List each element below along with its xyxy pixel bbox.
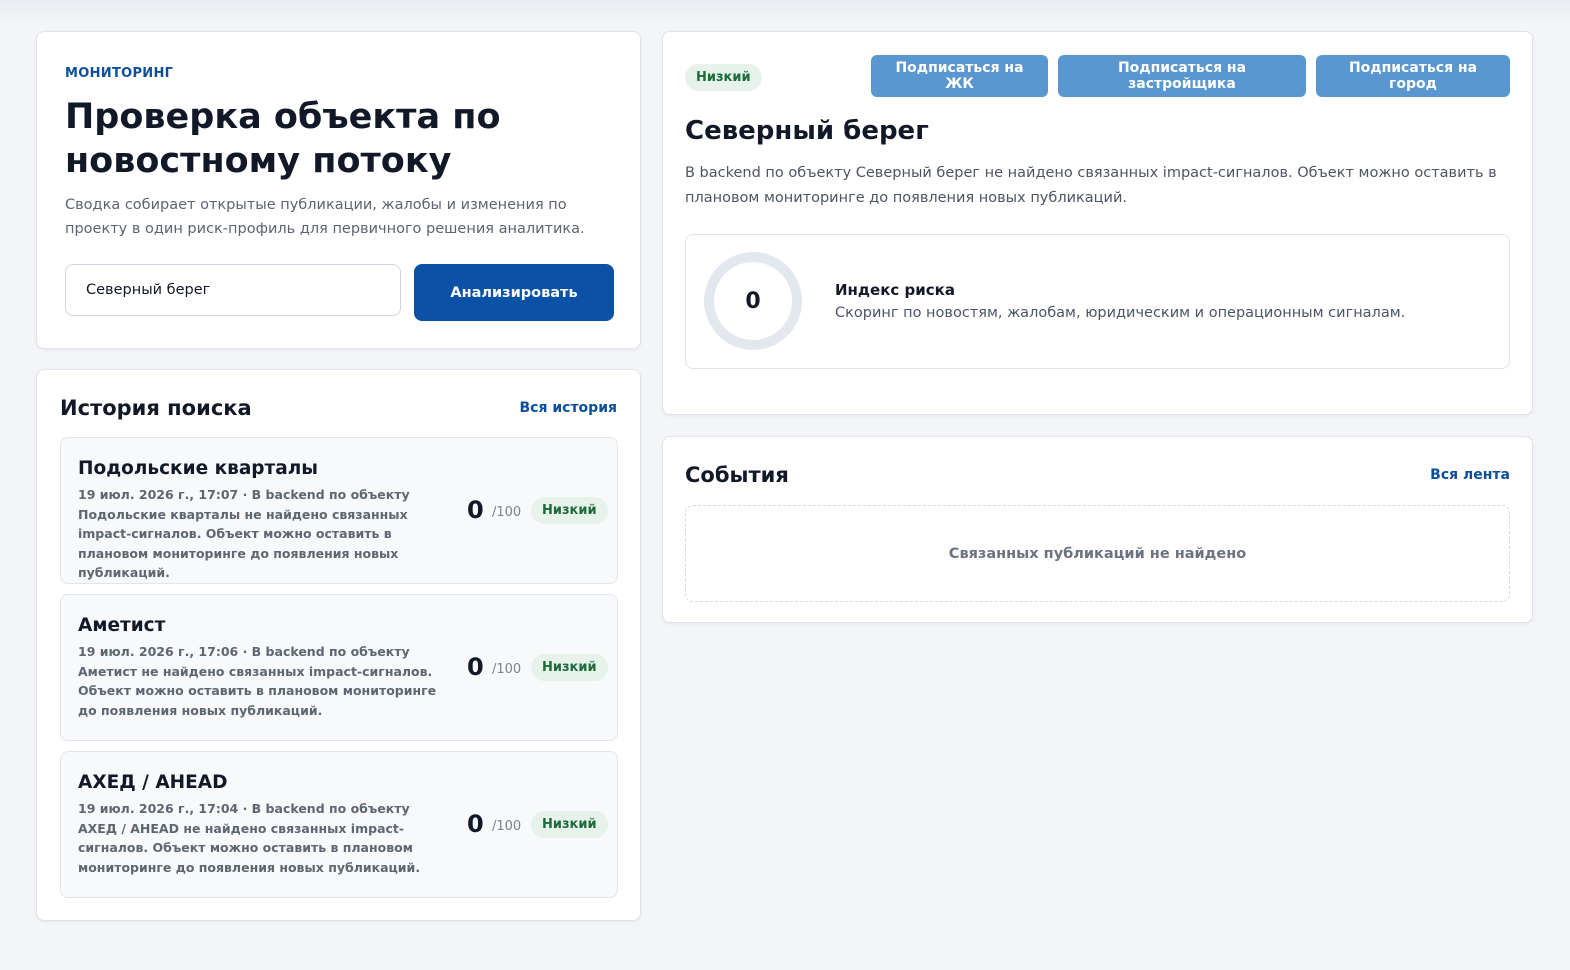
risk-index-value: 0	[745, 288, 761, 314]
search-card: МОНИТОРИНГ Проверка объекта по новостном…	[36, 31, 641, 349]
events-header: События Вся лента	[685, 463, 1510, 487]
history-item-meta: 19 июл. 2026 г., 17:06 · В backend по об…	[78, 644, 437, 718]
history-item[interactable]: Подольские кварталы 19 июл. 2026 г., 17:…	[60, 437, 618, 584]
risk-index-label: Индекс риска	[835, 281, 955, 299]
history-item-meta: 19 июл. 2026 г., 17:07 · В backend по об…	[78, 487, 410, 580]
history-title: История поиска	[60, 396, 252, 420]
risk-index-description: Скоринг по новостям, жалобам, юридически…	[835, 305, 1406, 321]
risk-index-panel: 0 Индекс риска Скоринг по новостям, жало…	[685, 234, 1510, 369]
object-risk-badge: Низкий	[685, 64, 762, 91]
history-item-name: АХЕД / AHEAD	[78, 772, 228, 793]
history-item-meta: 19 июл. 2026 г., 17:04 · В backend по об…	[78, 801, 421, 875]
history-item[interactable]: АХЕД / AHEAD 19 июл. 2026 г., 17:04 · В …	[60, 751, 618, 898]
all-feed-link[interactable]: Вся лента	[1430, 467, 1510, 483]
object-description: В backend по объекту Северный берег не н…	[685, 165, 1497, 206]
history-item-scale: /100	[492, 505, 522, 520]
analyze-button[interactable]: Анализировать	[414, 264, 614, 321]
history-item-scale: /100	[492, 662, 522, 677]
object-title: Северный берег	[685, 116, 929, 146]
all-history-link[interactable]: Вся история	[520, 400, 618, 416]
object-summary-card: Низкий Подписаться на ЖК Подписаться на …	[662, 31, 1533, 415]
history-item-name: Аметист	[78, 615, 166, 636]
section-eyebrow: МОНИТОРИНГ	[65, 66, 174, 81]
events-card: События Вся лента Связанных публикаций н…	[662, 436, 1533, 623]
history-item-score: 0	[467, 653, 484, 681]
history-item[interactable]: Аметист 19 июл. 2026 г., 17:06 · В backe…	[60, 594, 618, 741]
object-search-input[interactable]	[65, 264, 401, 316]
subscribe-city-button[interactable]: Подписаться на город	[1316, 55, 1510, 97]
subscribe-developer-button[interactable]: Подписаться на застройщика	[1058, 55, 1306, 97]
search-history-card: История поиска Вся история Подольские кв…	[36, 369, 641, 921]
events-empty-state: Связанных публикаций не найдено	[685, 505, 1510, 602]
events-title: События	[685, 463, 789, 487]
risk-level-badge: Низкий	[531, 811, 608, 838]
search-row: Анализировать	[65, 264, 614, 322]
history-item-score: 0	[467, 810, 484, 838]
risk-gauge: 0	[704, 252, 802, 350]
history-header: История поиска Вся история	[60, 396, 617, 420]
history-item-name: Подольские кварталы	[78, 458, 319, 479]
risk-level-badge: Низкий	[531, 654, 608, 681]
page-description: Сводка собирает открытые публикации, жал…	[65, 197, 585, 237]
page-title: Проверка объекта по новостному потоку	[65, 97, 501, 181]
history-item-score: 0	[467, 496, 484, 524]
history-item-scale: /100	[492, 819, 522, 834]
risk-level-badge: Низкий	[531, 497, 608, 524]
subscribe-complex-button[interactable]: Подписаться на ЖК	[871, 55, 1048, 97]
